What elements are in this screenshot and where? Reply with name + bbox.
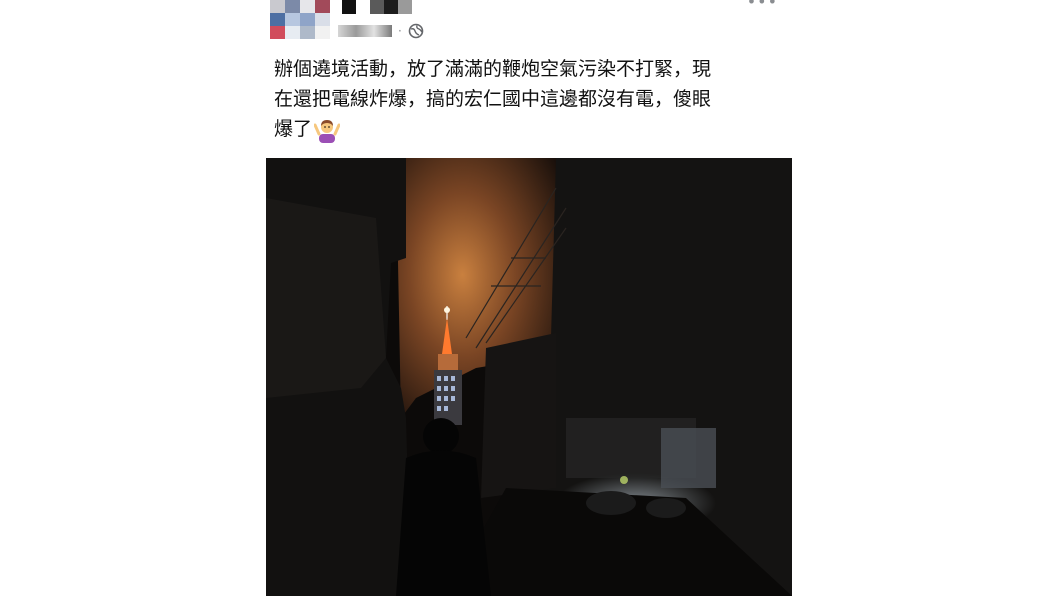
facebook-post: ••• · 辦個遶境活動，放了滿滿的鞭炮空氣污染不打緊，現 在還把電線炸爆，搞的… — [266, 0, 792, 596]
more-options-icon[interactable]: ••• — [747, 0, 778, 11]
author-name[interactable] — [342, 0, 412, 14]
post-text: 辦個遶境活動，放了滿滿的鞭炮空氣污染不打緊，現 在還把電線炸爆，搞的宏仁國中這邊… — [274, 54, 774, 144]
post-text-line-end: 爆了 — [274, 118, 313, 140]
night-street-photo — [266, 158, 792, 596]
post-text-line: 在還把電線炸爆，搞的宏仁國中這邊都沒有電，傻眼 — [274, 88, 712, 110]
person-shrugging-emoji-icon — [314, 119, 341, 143]
post-photo[interactable] — [266, 158, 792, 596]
avatar[interactable] — [270, 0, 330, 40]
meta-separator: · — [398, 24, 402, 38]
globe-icon[interactable] — [408, 23, 424, 39]
post-text-line: 辦個遶境活動，放了滿滿的鞭炮空氣污染不打緊，現 — [274, 58, 712, 80]
post-text-line: 爆了 — [274, 114, 774, 144]
post-meta: · — [338, 22, 424, 40]
timestamp[interactable] — [338, 25, 392, 37]
